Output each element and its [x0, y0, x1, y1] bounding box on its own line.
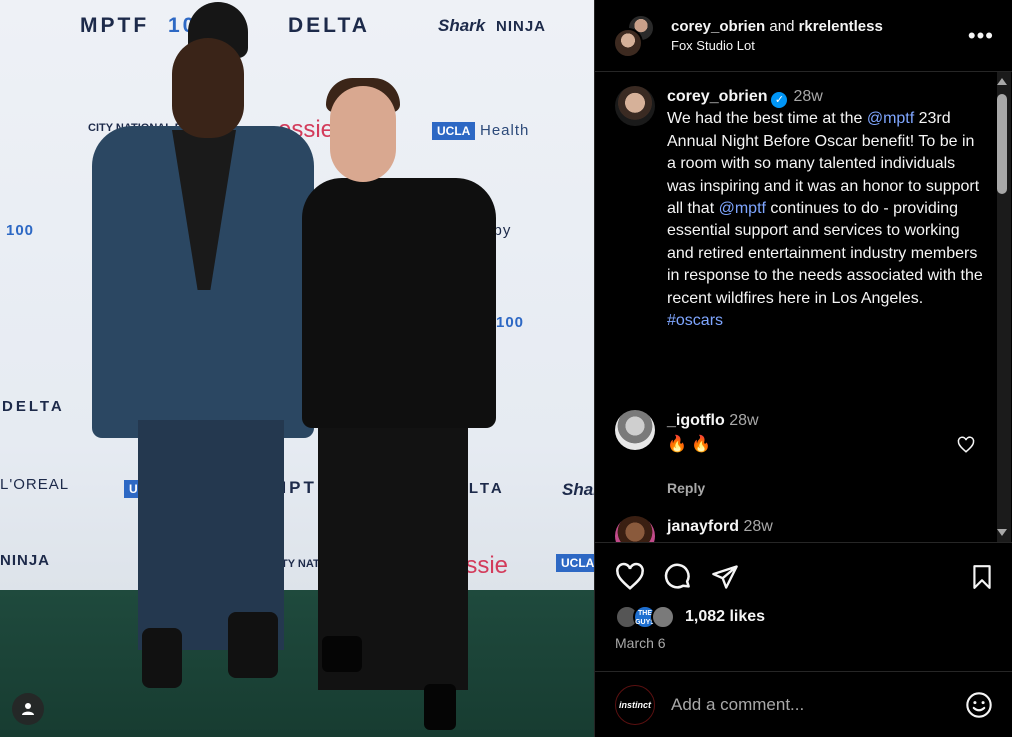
tagged-users-button[interactable]: [12, 693, 44, 725]
sponsor-mptf: MPTF: [80, 14, 150, 37]
scroll-up-arrow-icon[interactable]: [997, 78, 1007, 85]
sponsor-loreal: L'OREAL: [0, 476, 70, 493]
header-username-2[interactable]: rkrelentless: [799, 18, 883, 35]
comment-bubble-icon[interactable]: [663, 562, 693, 592]
comment-avatar[interactable]: [615, 516, 655, 542]
sponsor-ninja: NINJA: [496, 18, 547, 35]
avatar-corey-obrien[interactable]: [613, 27, 643, 58]
post-date[interactable]: March 6: [615, 635, 995, 651]
reply-button[interactable]: Reply: [667, 477, 987, 499]
comment-username[interactable]: _igotflo: [667, 412, 725, 429]
post-photo[interactable]: MPTF 100 DELTA Shark NINJA CITY NATIONAL…: [0, 0, 594, 737]
header-location[interactable]: Fox Studio Lot: [671, 38, 968, 53]
caption-time[interactable]: 28w: [793, 88, 822, 105]
sponsor-shark: Shark: [438, 16, 486, 35]
header-and: and: [769, 18, 795, 35]
like-heart-icon[interactable]: [615, 562, 645, 592]
comment-username[interactable]: janayford: [667, 518, 739, 535]
caption-block: corey_obrien ✓ 28w We had the best time at…: [615, 86, 987, 332]
comment-time[interactable]: 28w: [743, 518, 772, 535]
sponsor-100-left: 100: [6, 222, 35, 239]
sponsor-health: Health: [480, 122, 530, 139]
sponsor-ninja-2: NINJA: [0, 552, 51, 569]
caption-hashtag[interactable]: #oscars: [667, 312, 723, 329]
sponsor-ucla: UCLA: [432, 122, 476, 140]
user-icon: [22, 703, 34, 715]
post-side-panel: corey_obrien and rkrelentless Fox Studio…: [594, 0, 1012, 737]
verified-badge-icon: ✓: [771, 92, 788, 108]
sponsor-shark-2: Shark: [562, 480, 594, 499]
scrollbar-thumb[interactable]: [997, 94, 1007, 194]
sponsor-100-right: 100: [496, 314, 525, 331]
comment-avatar[interactable]: [615, 410, 655, 450]
caption-text-1: We had the best time at the: [667, 110, 867, 128]
post-actions: THE GUYS 1,082 likes March 6: [595, 542, 1012, 651]
collab-avatars[interactable]: [613, 13, 657, 58]
add-comment-bar: instinct: [595, 671, 1012, 737]
save-bookmark-icon[interactable]: [969, 563, 995, 591]
emoji-icon[interactable]: [965, 691, 993, 719]
likes-count[interactable]: 1,082 likes: [685, 608, 765, 626]
sponsor-delta-left: DELTA: [2, 398, 65, 415]
comments-scroll-area[interactable]: corey_obrien ✓ 28w We had the best time at…: [595, 72, 1012, 542]
scroll-down-arrow-icon[interactable]: [997, 529, 1007, 536]
caption-mention-1[interactable]: @mptf: [867, 110, 914, 127]
like-comment-heart-icon[interactable]: [957, 436, 975, 454]
comment-item: _igotflo 28w 🔥 🔥 Reply: [615, 410, 987, 499]
share-send-icon[interactable]: [711, 563, 739, 591]
comment-time[interactable]: 28w: [729, 412, 758, 429]
liker-avatar: [651, 605, 675, 629]
more-options-icon[interactable]: •••: [968, 23, 994, 49]
comment-item: janayford 28w: [615, 516, 987, 542]
current-user-avatar[interactable]: instinct: [615, 684, 655, 725]
liked-by-avatars[interactable]: THE GUYS: [615, 605, 679, 629]
caption-avatar[interactable]: [615, 86, 655, 126]
comment-input[interactable]: [671, 694, 965, 715]
comment-text: 🔥 🔥: [667, 436, 712, 454]
green-carpet: [0, 590, 594, 737]
caption-mention-2[interactable]: @mptf: [719, 200, 766, 217]
post-header: corey_obrien and rkrelentless Fox Studio…: [595, 0, 1012, 72]
sponsor-ucla-3: UCLA: [556, 554, 594, 572]
sponsor-delta: DELTA: [288, 14, 370, 37]
header-username-1[interactable]: corey_obrien: [671, 18, 765, 35]
caption-username[interactable]: corey_obrien: [667, 88, 767, 105]
scrollbar[interactable]: [997, 72, 1011, 542]
